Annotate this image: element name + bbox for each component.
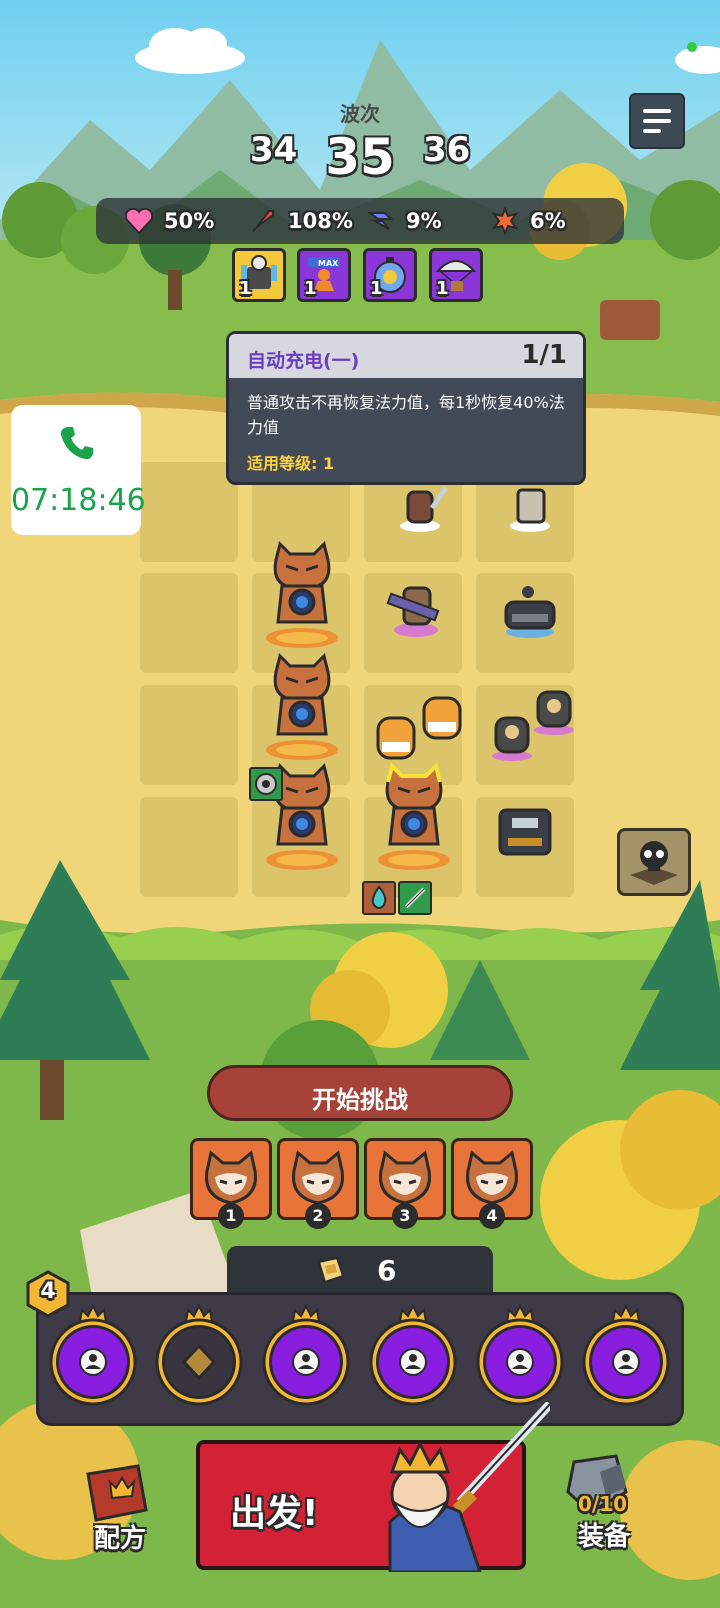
phone-icon — [60, 427, 93, 460]
buff-max-unit[interactable]: MAX 1 — [297, 248, 351, 302]
stat-attack: 108% — [248, 198, 353, 244]
enemy-drone[interactable] — [526, 670, 600, 760]
flame-item-icon — [362, 881, 396, 915]
enemy-info-button[interactable] — [617, 828, 691, 896]
depart-button[interactable]: 出发! — [196, 1402, 550, 1572]
cat-unit[interactable] — [262, 540, 338, 648]
tiger-minion[interactable] — [410, 682, 484, 772]
sword-icon — [248, 206, 278, 236]
menu-button[interactable] — [629, 93, 685, 149]
grid-tile[interactable] — [140, 573, 238, 673]
wave-label: 波次 — [340, 102, 380, 126]
card-number: 4 — [479, 1203, 505, 1229]
hero-slot[interactable] — [44, 1302, 142, 1406]
hero-slot[interactable] — [471, 1302, 569, 1406]
stat-crit: 6% — [490, 198, 566, 244]
wave-current: 35 — [325, 128, 395, 186]
equipment-button[interactable]: 0/10 装备 — [560, 1452, 650, 1552]
card-number: 3 — [392, 1203, 418, 1229]
recipe-button[interactable]: 配方 — [80, 1460, 160, 1554]
gold-bar: 6 — [227, 1246, 493, 1294]
hero-slot[interactable] — [577, 1302, 675, 1406]
hero-slot[interactable] — [257, 1302, 355, 1406]
card-number: 2 — [305, 1203, 331, 1229]
heart-icon — [124, 206, 154, 236]
dodge-icon — [366, 206, 396, 236]
enemy-swordsman[interactable] — [390, 478, 464, 568]
king-icon — [388, 1402, 550, 1572]
stat-health: 50% — [124, 198, 214, 244]
equipment-count: 0/10 — [578, 1492, 628, 1516]
call-timer: 07:18:46 — [11, 483, 146, 518]
gold-icon — [317, 1256, 345, 1284]
enemy-robot[interactable] — [500, 478, 574, 568]
menu-icon — [643, 109, 671, 113]
tooltip-level: 适用等级: 1 — [247, 454, 335, 473]
buff-auto-charge[interactable]: 1 — [232, 248, 286, 302]
skull-icon — [630, 841, 678, 885]
sword-item-icon — [398, 881, 432, 915]
grid-tile[interactable] — [140, 685, 238, 785]
gold-amount: 6 — [377, 1254, 397, 1287]
tooltip-count: 1/1 — [521, 340, 567, 370]
card-number: 1 — [218, 1203, 244, 1229]
call-widget[interactable]: 07:18:46 — [11, 405, 146, 535]
gear-item-icon — [249, 767, 283, 801]
stat-dodge: 9% — [366, 198, 442, 244]
crit-icon — [490, 206, 520, 236]
wave-next: 36 — [423, 130, 471, 170]
cat-unit[interactable] — [262, 652, 338, 760]
buff-timer[interactable]: 1 — [363, 248, 417, 302]
enemy-tank[interactable] — [498, 578, 572, 668]
recipe-label: 配方 — [94, 1524, 147, 1554]
grid-tile[interactable] — [140, 797, 238, 897]
buff-tooltip: 自动充电(一) 1/1 普通攻击不再恢复法力值，每1秒恢复40%法力值 适用等级… — [226, 331, 586, 485]
tooltip-description: 普通攻击不再恢复法力值，每1秒恢复40%法力值 — [247, 393, 565, 437]
enemy-heavy-mech[interactable] — [490, 798, 564, 888]
tooltip-title: 自动充电(一) — [247, 350, 360, 372]
start-challenge-button[interactable]: 开始挑战 — [207, 1065, 513, 1121]
grid-tile[interactable] — [140, 462, 238, 562]
wave-prev: 34 — [250, 130, 298, 170]
status-dot — [687, 42, 697, 52]
enemy-gunner[interactable] — [386, 574, 460, 664]
hero-slot-locked[interactable] — [150, 1302, 248, 1406]
equipment-label: 装备 — [578, 1522, 631, 1552]
buff-airdrop[interactable]: 1 — [429, 248, 483, 302]
hero-slot[interactable] — [364, 1302, 462, 1406]
